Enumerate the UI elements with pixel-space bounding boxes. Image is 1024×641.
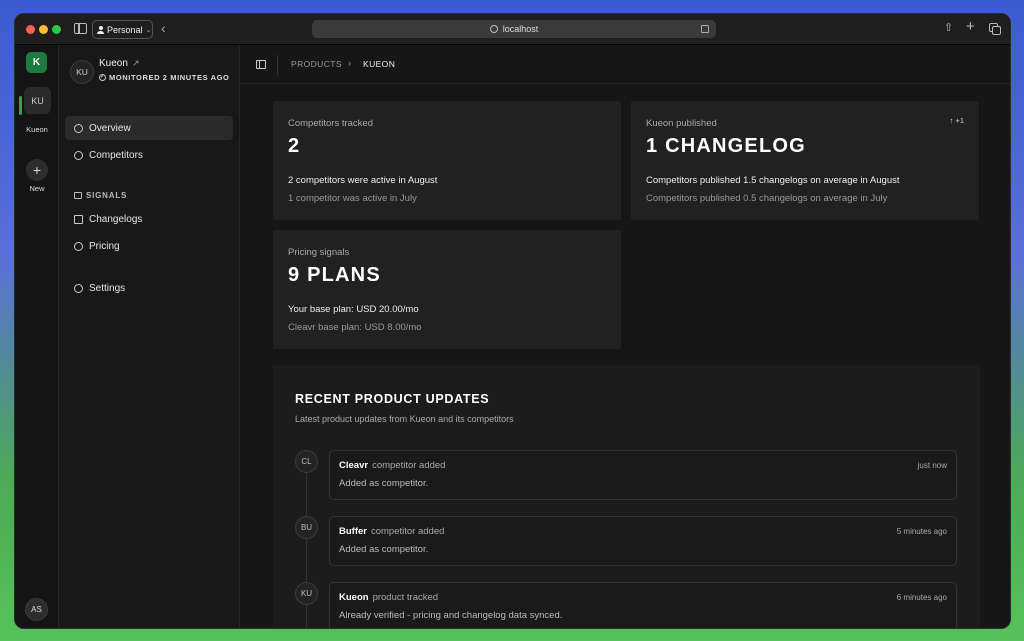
signals-section-title: SIGNALS: [74, 191, 127, 200]
product-name[interactable]: Kueon: [99, 58, 128, 69]
monitor-status-text: MONITORED 2 MINUTES AGO: [109, 73, 230, 82]
gear-icon: [74, 283, 83, 293]
url-text: localhost: [502, 24, 539, 34]
sidebar: KU Kueon ↗ ✓ MONITORED 2 MINUTES AGO Ove…: [59, 45, 240, 628]
product-avatar: KU: [70, 60, 94, 84]
timeline-item-time: 6 minutes ago: [896, 593, 947, 602]
globe-icon: [489, 25, 498, 33]
timeline-item-body: Already verified - pricing and changelog…: [339, 610, 563, 621]
minimize-window-button[interactable]: [39, 25, 48, 34]
sidebar-toggle-icon[interactable]: [256, 60, 266, 69]
timeline-item-name: Kueon: [339, 592, 369, 603]
plus-icon: +: [32, 162, 42, 178]
sidebar-item-competitors[interactable]: Competitors: [65, 143, 233, 167]
recent-updates-panel: RECENT PRODUCT UPDATES Latest product up…: [273, 365, 980, 628]
workspace-rail: K KU Kueon + New AS: [15, 45, 59, 628]
new-project-button[interactable]: +: [26, 159, 48, 181]
browser-window: Personal ⌄ ‹ localhost ⇧ + K KU Kueon + …: [14, 13, 1011, 629]
timeline-item-body: Added as competitor.: [339, 544, 429, 555]
dollar-icon: [74, 241, 83, 251]
timeline-item-action: competitor added: [372, 460, 446, 471]
browser-sidebar-icon[interactable]: [74, 23, 87, 34]
sidebar-item-pricing[interactable]: Pricing: [65, 234, 233, 258]
timeline-avatar: BU: [295, 516, 318, 539]
document-icon: [74, 214, 83, 224]
chevron-right-icon: ›: [348, 58, 352, 68]
card-primary-text: Your base plan: USD 20.00/mo: [288, 304, 419, 315]
tab-overview-icon[interactable]: [989, 23, 1001, 35]
sidebar-item-label: Settings: [89, 282, 126, 294]
breadcrumb-current: KUEON: [363, 59, 396, 69]
external-link-icon[interactable]: ↗: [132, 58, 140, 69]
profile-selector[interactable]: Personal ⌄: [92, 20, 153, 39]
card-primary-text: Competitors published 1.5 changelogs on …: [646, 175, 900, 186]
timeline-item-heading: Buffer competitor added: [339, 526, 444, 537]
section-title: RECENT PRODUCT UPDATES: [295, 392, 490, 406]
section-subtitle: Latest product updates from Kueon and it…: [295, 414, 514, 424]
sidebar-item-label: Changelogs: [89, 213, 143, 225]
timeline-item[interactable]: Cleavr competitor added just now Added as…: [329, 450, 957, 500]
timeline-avatar: CL: [295, 450, 318, 473]
sidebar-item-label: Pricing: [89, 240, 120, 252]
sidebar-item-label: Overview: [89, 122, 131, 134]
card-value: 2: [288, 135, 301, 157]
card-secondary-text: Cleavr base plan: USD 8.00/mo: [288, 322, 422, 333]
workspace-switcher[interactable]: K: [26, 52, 47, 73]
card-label: Competitors tracked: [288, 118, 374, 129]
timeline-item-time: 5 minutes ago: [896, 527, 947, 536]
browser-titlebar: Personal ⌄ ‹ localhost ⇧ +: [15, 14, 1010, 45]
product-published-card: Kueon published ↑ +1 1 CHANGELOG Competi…: [631, 101, 979, 220]
card-value: 1 CHANGELOG: [646, 135, 806, 157]
top-bar: PRODUCTS › KUEON: [240, 45, 1010, 84]
card-label: Kueon published: [646, 118, 717, 129]
back-arrow-icon[interactable]: ‹: [161, 20, 166, 36]
new-project-label: New: [29, 184, 45, 193]
timeline-item-heading: Kueon product tracked: [339, 592, 438, 603]
timeline-item-name: Buffer: [339, 526, 367, 537]
sidebar-item-settings[interactable]: Settings: [65, 276, 233, 300]
timeline-item-action: product tracked: [372, 592, 439, 603]
check-circle-icon: ✓: [99, 74, 106, 81]
monitor-status: ✓ MONITORED 2 MINUTES AGO: [99, 73, 229, 82]
project-kueon-label: Kueon: [26, 125, 48, 134]
divider: [277, 55, 278, 75]
competitors-tracked-card: Competitors tracked 2 2 competitors were…: [273, 101, 621, 220]
close-window-button[interactable]: [26, 25, 35, 34]
timeline-item-body: Added as competitor.: [339, 478, 429, 489]
timeline-item[interactable]: Buffer competitor added 5 minutes ago Add…: [329, 516, 957, 566]
timeline-item[interactable]: Kueon product tracked 6 minutes ago Alrea…: [329, 582, 957, 628]
sidebar-item-label: Competitors: [89, 149, 143, 161]
card-secondary-text: 1 competitor was active in July: [288, 193, 417, 204]
users-icon: [74, 150, 83, 160]
reader-icon[interactable]: [701, 25, 709, 33]
card-label: Pricing signals: [288, 247, 350, 258]
timeline-item-time: just now: [917, 461, 947, 470]
timeline-avatar: KU: [295, 582, 318, 605]
address-bar[interactable]: localhost: [312, 20, 716, 38]
profile-label: Personal: [107, 24, 143, 35]
sidebar-item-changelogs[interactable]: Changelogs: [65, 207, 233, 231]
trend-badge: ↑ +1: [949, 116, 964, 125]
card-value: 9 PLANS: [288, 264, 381, 286]
active-indicator: [19, 96, 22, 115]
breadcrumb-products[interactable]: PRODUCTS: [291, 59, 342, 69]
card-secondary-text: Competitors published 0.5 changelogs on …: [646, 193, 888, 204]
person-icon: [97, 25, 104, 34]
new-tab-icon[interactable]: +: [966, 18, 975, 35]
card-primary-text: 2 competitors were active in August: [288, 175, 438, 186]
share-icon[interactable]: ⇧: [944, 21, 953, 34]
overview-icon: [74, 123, 83, 133]
pricing-signals-card: Pricing signals 9 PLANS Your base plan: …: [273, 230, 621, 349]
main-content: PRODUCTS › KUEON Competitors tracked 2 2…: [240, 45, 1010, 628]
timeline-item-heading: Cleavr competitor added: [339, 460, 445, 471]
chevron-down-icon: ⌄: [145, 26, 152, 34]
sidebar-item-overview[interactable]: Overview: [65, 116, 233, 140]
project-kueon-button[interactable]: KU: [24, 87, 51, 114]
zoom-window-button[interactable]: [52, 25, 61, 34]
signals-icon: [74, 192, 82, 199]
timeline-item-action: competitor added: [370, 526, 445, 537]
timeline-item-name: Cleavr: [339, 460, 369, 471]
signals-title-text: SIGNALS: [86, 191, 128, 200]
user-avatar[interactable]: AS: [25, 598, 48, 621]
